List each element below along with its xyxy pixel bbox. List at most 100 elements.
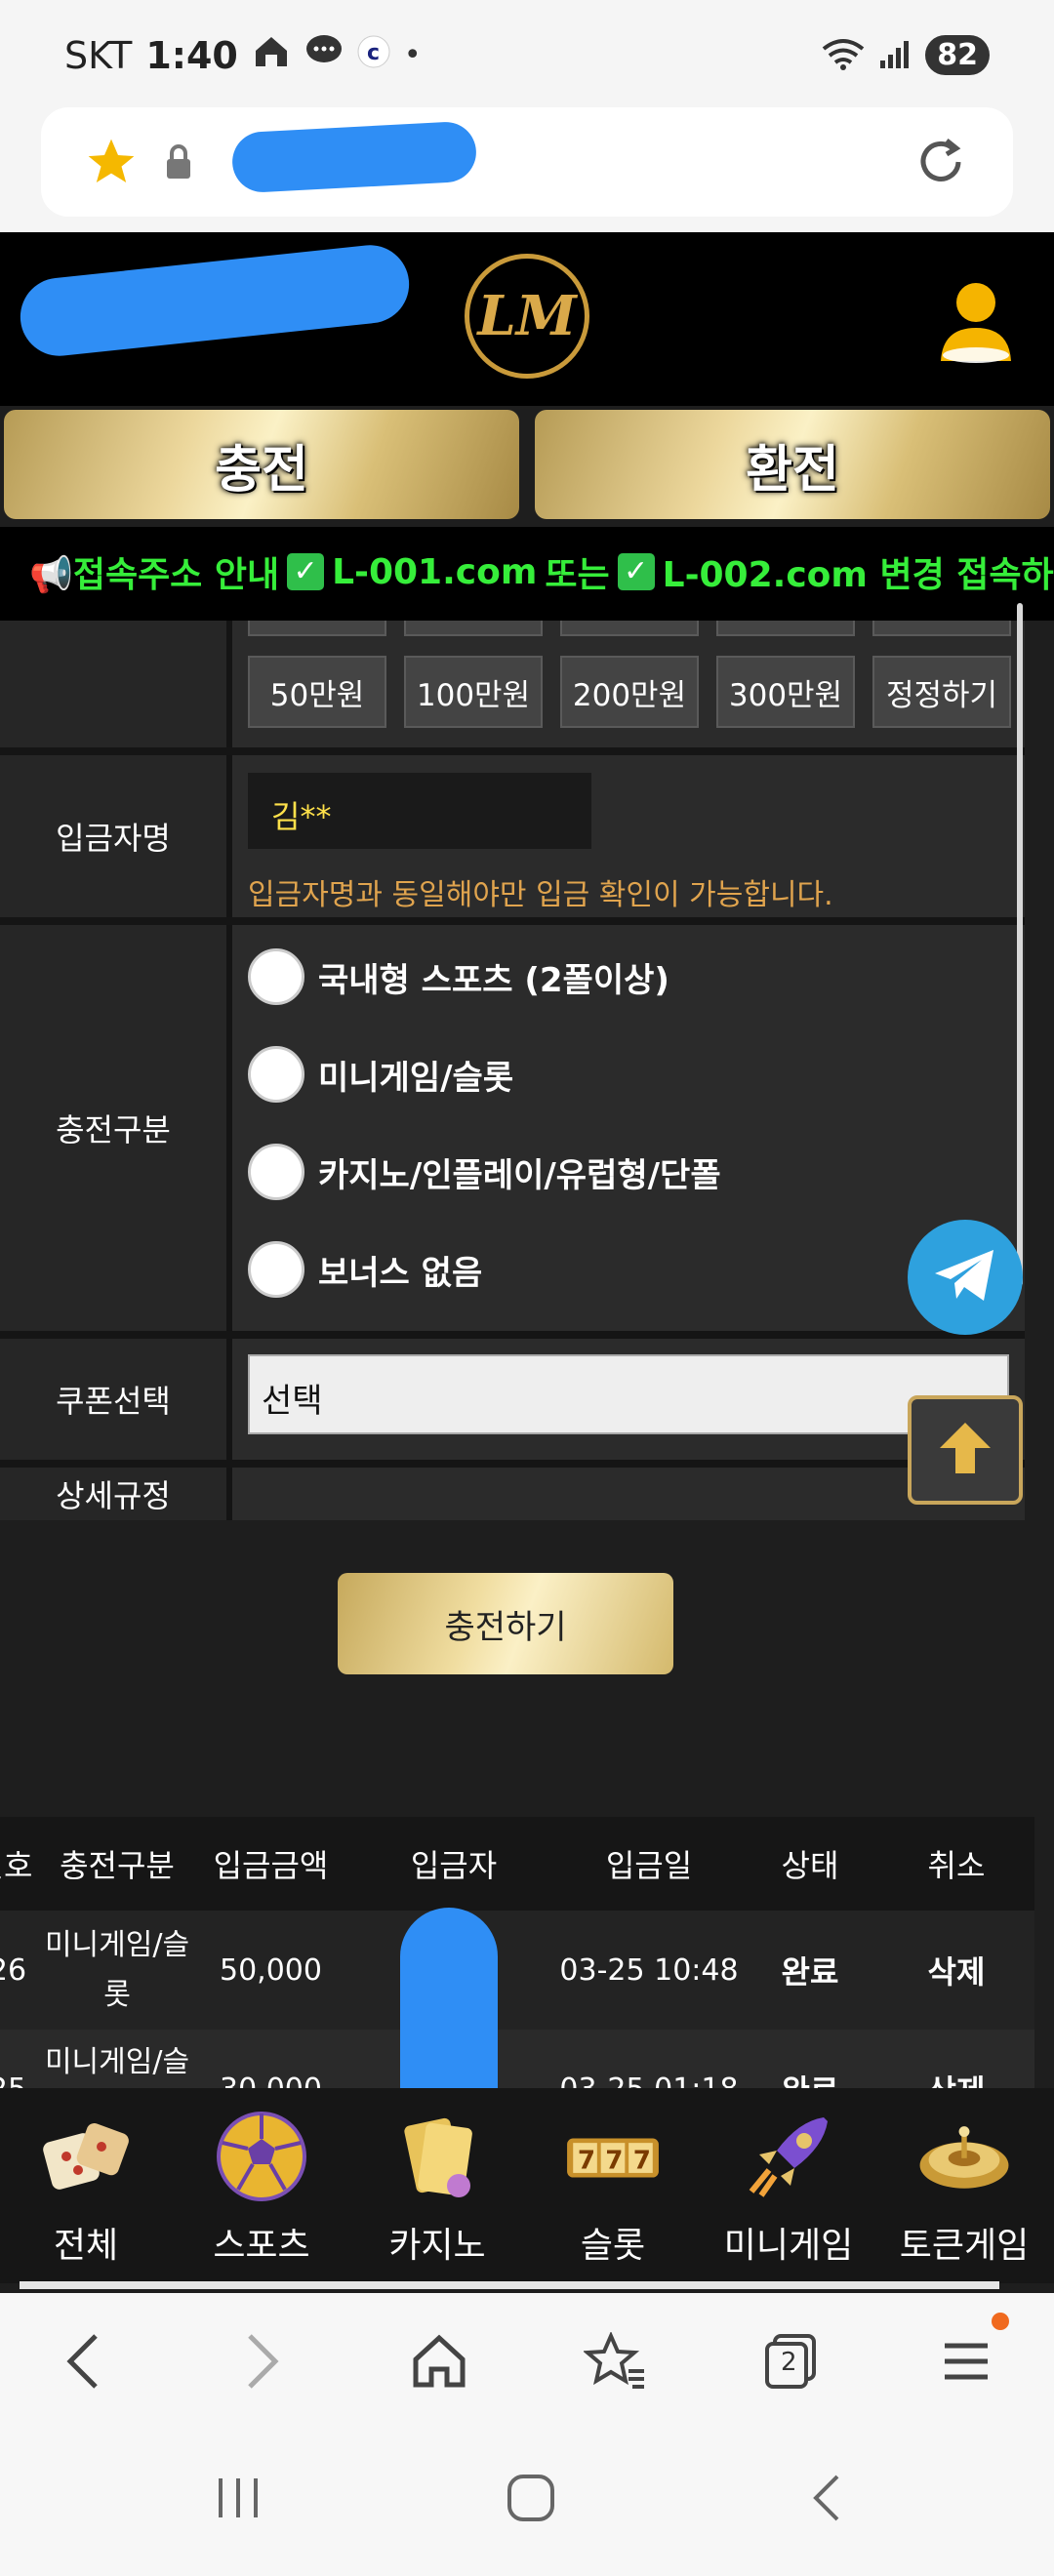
notification-dot [992,2313,1009,2330]
lock-icon [164,142,193,185]
radio-button[interactable] [248,1144,304,1200]
rules-row: 상세규정 [0,1468,1025,1520]
game-category-all[interactable]: 전체 [0,2108,174,2283]
dice-icon [37,2108,135,2205]
amount-button-partial[interactable] [872,621,1011,636]
radio-button[interactable] [248,1046,304,1103]
scroll-to-top-button[interactable] [908,1395,1023,1505]
column-header: 입금일 [605,1847,693,1884]
horizontal-scrollbar[interactable] [20,2281,999,2289]
svg-text:c: c [367,41,380,65]
bookmark-star-icon[interactable] [84,135,139,193]
notice-ticker: 📢접속주소 안내 ✓ L-001.com 또는 ✓ L-002.com 변경 접… [0,527,1054,621]
charge-type-row: 충전구분 국내형 스포츠 (2폴이상) 미니게임/슬롯 카지노/인플레이/유럽형… [0,925,1025,1331]
system-home-button[interactable] [492,2459,570,2537]
column-header: 충전구분 [60,1847,175,1884]
charge-type-option-no-bonus[interactable]: 보너스 없음 [248,1241,482,1298]
system-back-button[interactable] [789,2459,867,2537]
bookmarks-button[interactable] [576,2322,654,2400]
soccer-ball-icon [213,2108,310,2205]
charge-type-option-sports[interactable]: 국내형 스포츠 (2폴이상) [248,948,669,1005]
cell-number: 26 [0,1952,27,1988]
cell-type: 미니게임/슬 [44,2045,190,2079]
amount-button-300[interactable]: 300만원 [716,656,855,728]
amount-button-50[interactable]: 50만원 [248,656,386,728]
charge-type-label: 충전구분 [56,1111,171,1148]
home-button[interactable] [400,2322,478,2400]
column-header: 입금금액 [213,1847,329,1884]
star-list-icon [584,2332,644,2389]
battery-level: 82 [925,35,990,75]
status-bar: SKT 1:40 c • 82 [0,0,1054,107]
charge-tab-button[interactable]: 충전 [4,410,519,519]
back-chevron-icon [813,2475,839,2521]
reset-amount-button[interactable]: 정정하기 [872,656,1011,728]
exchange-tab-button[interactable]: 환전 [535,410,1050,519]
delete-button[interactable]: 삭제 [908,2065,1005,2088]
cell-date: 03-25 10:48 [559,1952,739,1988]
forward-button[interactable] [223,2322,301,2400]
amount-button-100[interactable]: 100만원 [404,656,543,728]
tab-count: 2 [781,2348,797,2377]
coupon-row: 쿠폰선택 선택 [0,1339,1025,1460]
svg-text:7: 7 [633,2146,651,2175]
casino-cards-icon [388,2108,486,2205]
amount-button-partial[interactable] [560,621,699,636]
coupon-label: 쿠폰선택 [56,1383,171,1420]
game-category-bar: 전체 스포츠 카지노 777 슬롯 미니게임 토큰게임 [0,2088,1054,2283]
menu-button[interactable] [927,2313,1009,2400]
game-category-slot[interactable]: 777 슬롯 [525,2108,701,2283]
column-header: 취소 [927,1847,986,1884]
column-header: 상태 [781,1847,839,1884]
amount-button-partial[interactable] [248,621,386,636]
delete-button[interactable]: 삭제 [908,1911,1005,2030]
game-category-token[interactable]: 토큰게임 [876,2108,1052,2283]
carrier-label: SKT [64,33,133,77]
chevron-right-icon [248,2334,279,2389]
column-header: 입금자 [410,1847,498,1884]
amount-button-partial[interactable] [716,621,855,636]
home-notification-icon [252,33,291,77]
depositor-label: 입금자명 [56,820,171,857]
telegram-button[interactable] [908,1220,1023,1335]
cell-type: 미니게임/슬롯 [44,1928,190,2012]
clock: 1:40 [145,33,238,77]
game-category-minigame[interactable]: 미니게임 [701,2108,876,2283]
history-table-header: 번호 충전구분 입금금액 입금자 입금일 상태 취소 [0,1817,1034,1911]
radio-button[interactable] [248,1241,304,1298]
ticker-domain-2: L-002.com 변경 접속하시어 [662,555,1054,595]
tabs-button[interactable]: 2 [751,2322,830,2400]
amount-button-200[interactable]: 200만원 [560,656,699,728]
check-icon: ✓ [617,553,655,590]
cell-amount: 30,000 [195,2065,346,2089]
recent-apps-icon [219,2478,258,2517]
ticker-domain-1: L-001.com [332,551,538,592]
game-category-sports[interactable]: 스포츠 [174,2108,349,2283]
recent-apps-button[interactable] [199,2459,277,2537]
coupon-select[interactable]: 선택 [248,1354,1009,1434]
user-profile-icon[interactable] [937,281,1015,369]
slot-777-icon: 777 [564,2108,662,2205]
home-icon [413,2334,466,2388]
wifi-icon [822,37,865,74]
ticker-middle: 또는 [545,555,610,595]
depositor-row: 입금자명 김** 입금자명과 동일해야만 입금 확인이 가능합니다. [0,755,1025,917]
charge-type-option-casino[interactable]: 카지노/인플레이/유럽형/단폴 [248,1144,721,1200]
depositor-name-field[interactable]: 김** [248,773,591,849]
browser-toolbar [0,107,1054,232]
address-bar[interactable] [41,107,1013,217]
check-icon: ✓ [287,553,325,590]
charge-type-option-minigame[interactable]: 미니게임/슬롯 [248,1046,513,1103]
redacted-url [230,120,478,194]
amount-button-partial[interactable] [404,621,543,636]
chevron-left-icon [66,2334,98,2389]
submit-charge-button[interactable]: 충전하기 [338,1573,673,1674]
chat-notification-icon [304,33,344,77]
game-category-casino[interactable]: 카지노 [349,2108,525,2283]
form-scrollbar[interactable] [1017,603,1023,1286]
site-logo[interactable]: LM [465,254,589,379]
back-button[interactable] [45,2322,123,2400]
ticker-prefix: 📢접속주소 안내 [29,555,280,595]
radio-button[interactable] [248,948,304,1005]
reload-icon[interactable] [912,133,970,195]
